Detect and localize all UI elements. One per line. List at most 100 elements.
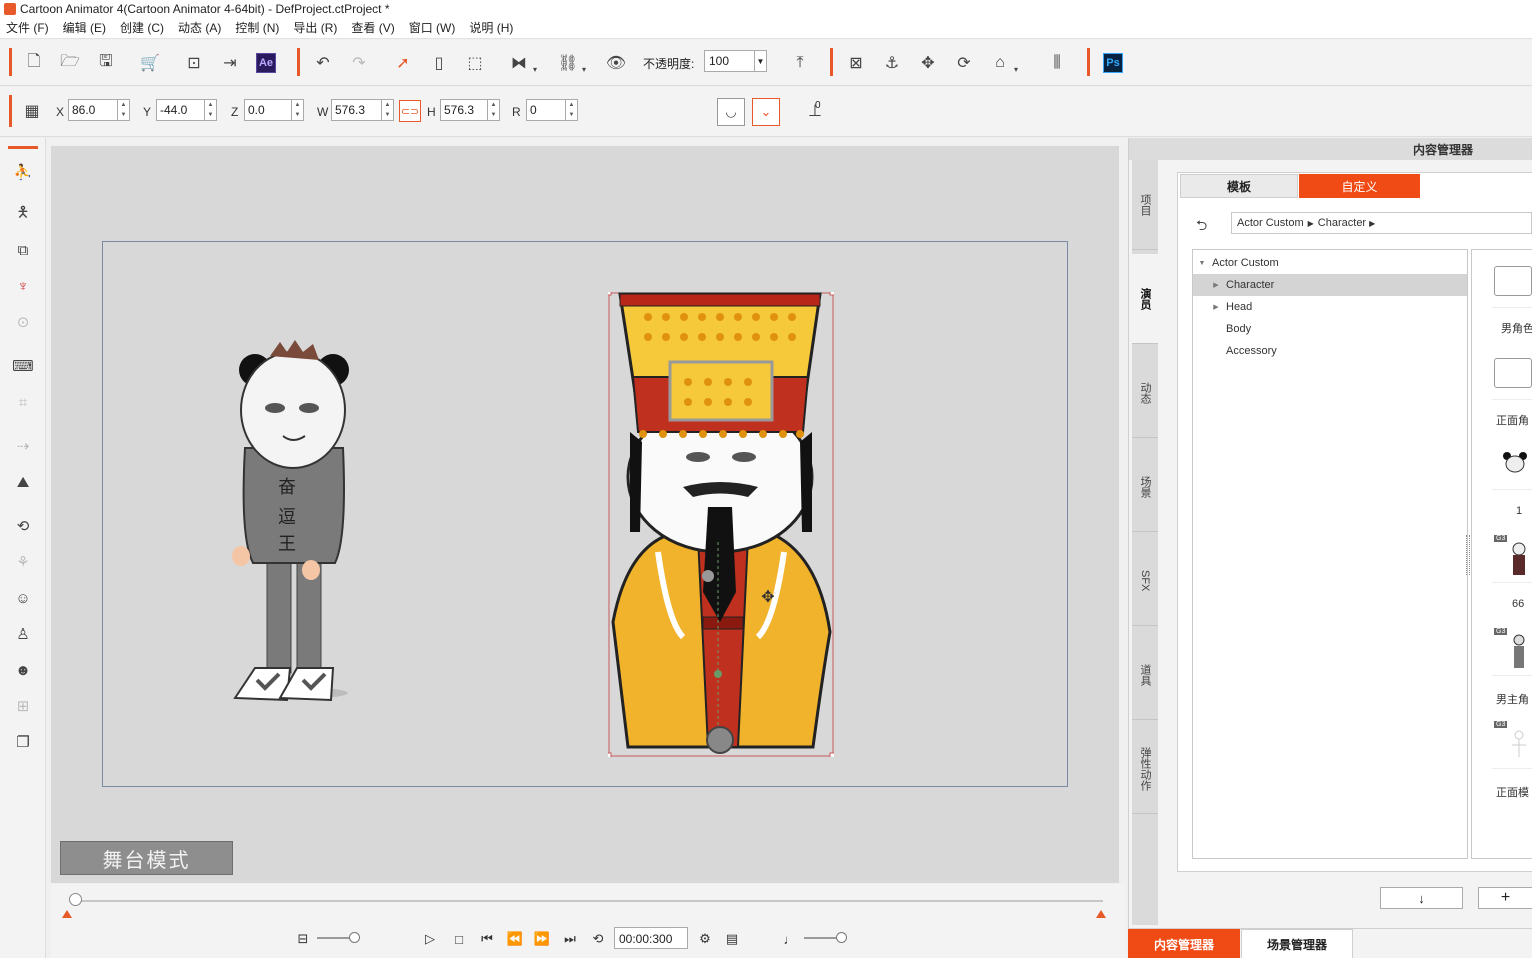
loop-icon[interactable]: ⟲ <box>588 929 608 949</box>
export-icon[interactable]: ⇥ <box>218 51 242 75</box>
spin-arrows[interactable]: ▲ ▼ <box>487 100 499 120</box>
tree-item-accessory[interactable]: Accessory <box>1193 340 1467 362</box>
w-field[interactable]: 576.3 ▲ ▼ <box>331 99 394 121</box>
menu-control[interactable]: 控制 (N) <box>235 19 279 36</box>
range-start-marker[interactable] <box>62 910 72 918</box>
prev-frame-icon[interactable]: ⏪ <box>505 929 525 949</box>
chevron-down-icon[interactable]: ▼ <box>754 51 766 71</box>
render-icon[interactable]: ⊡ <box>182 51 206 75</box>
range-end-marker[interactable] <box>1096 910 1106 918</box>
menu-create[interactable]: 创建 (C) <box>120 19 164 36</box>
breadcrumb-item[interactable]: Character <box>1318 217 1366 229</box>
back-arrow-icon[interactable]: ⮌ <box>1196 215 1207 239</box>
redo-icon[interactable]: ↷ <box>347 51 371 75</box>
timeline-panel-icon[interactable]: ▤ <box>722 929 742 949</box>
subtitle-slider-knob[interactable] <box>349 932 360 943</box>
menu-file[interactable]: 文件 (F) <box>6 19 49 36</box>
expand-icon[interactable]: ▼ <box>1196 260 1208 267</box>
page-icon[interactable]: ▯ <box>427 51 451 75</box>
morph-icon[interactable]: ⟲ <box>11 514 35 538</box>
move-icon[interactable]: ✥ <box>916 51 940 75</box>
thumb-male-lead[interactable]: G3 <box>1492 626 1532 676</box>
menu-view[interactable]: 查看 (V) <box>351 19 394 36</box>
tab-scene-manager[interactable]: 场景管理器 <box>1241 929 1353 958</box>
music-note-icon[interactable]: ♩ <box>780 929 800 949</box>
flip-icon[interactable]: ⧓ <box>507 51 537 75</box>
bone-edit-icon[interactable]: 🯅 <box>11 202 35 226</box>
subtitle-icon[interactable]: ⊟ <box>293 929 313 949</box>
spin-arrows[interactable]: ▲ ▼ <box>204 100 216 120</box>
open-folder-icon[interactable]: 🗁 <box>58 51 82 75</box>
menu-export[interactable]: 导出 (R) <box>293 19 337 36</box>
motion-3d-icon[interactable]: ⇢ <box>11 434 35 458</box>
volume-slider-knob[interactable] <box>836 932 847 943</box>
menu-help[interactable]: 说明 (H) <box>469 19 513 36</box>
lock-ratio-icon[interactable]: ⊂⊃ <box>399 100 421 122</box>
tree-item-actor-custom[interactable]: ▼ Actor Custom <box>1193 252 1467 274</box>
layers-icon[interactable]: ❐ <box>11 730 35 754</box>
menu-animation[interactable]: 动态 (A) <box>178 19 221 36</box>
tab-actor[interactable]: 演员 <box>1132 254 1158 344</box>
panel-splitter[interactable] <box>1466 535 1470 575</box>
settings-gear-icon[interactable]: ⚙ <box>695 929 715 949</box>
sprite-edit-icon[interactable]: ⧉ <box>11 238 35 262</box>
breadcrumb-item[interactable]: Actor Custom <box>1237 217 1304 229</box>
tree-item-character[interactable]: ▶ Character <box>1193 274 1467 296</box>
reset-icon[interactable]: ⤒ <box>788 51 812 75</box>
emperor-character[interactable]: ✥ <box>608 292 834 757</box>
thumb-front-model[interactable]: G3 <box>1492 719 1532 769</box>
tree-item-head[interactable]: ▶ Head <box>1193 296 1467 318</box>
tab-spring-motion[interactable]: 弹性动作 <box>1132 724 1158 814</box>
menu-window[interactable]: 窗口 (W) <box>409 19 456 36</box>
new-file-icon[interactable]: 🗋 <box>22 51 46 75</box>
spin-arrows[interactable]: ▲ ▼ <box>565 100 577 120</box>
timeline-playhead[interactable] <box>69 893 82 906</box>
camera-icon[interactable]: ⊠ <box>844 51 868 75</box>
add-button[interactable]: + <box>1478 887 1532 909</box>
timer-icon[interactable]: ⊙ <box>11 310 35 334</box>
tab-content-manager[interactable]: 内容管理器 <box>1128 929 1240 958</box>
spring-icon[interactable]: ⚘ <box>11 550 35 574</box>
opacity-dropdown[interactable]: 100 ▼ <box>704 50 767 72</box>
composer-icon[interactable]: ⊞ <box>11 694 35 718</box>
face-puppet-icon[interactable]: ⌗ <box>11 390 35 414</box>
undo-icon[interactable]: ↶ <box>311 51 335 75</box>
head-icon[interactable]: ☺ <box>11 586 35 610</box>
stage-mode-badge[interactable]: 舞台模式 <box>60 841 233 875</box>
keyboard-icon[interactable]: ⌨ <box>11 354 35 378</box>
menu-edit[interactable]: 编辑 (E) <box>63 19 106 36</box>
select-arrow-icon[interactable]: ➚ <box>391 51 415 75</box>
tree-item-body[interactable]: Body <box>1193 318 1467 340</box>
prop-icon[interactable]: ⛰ <box>11 470 35 494</box>
timecode-field[interactable]: 00:00:300 <box>614 927 688 949</box>
home-icon[interactable]: ⌂ <box>988 51 1018 75</box>
after-effects-icon[interactable]: Ae <box>256 53 276 73</box>
link-icon[interactable]: ⛓ <box>556 51 586 75</box>
thumb-folder[interactable] <box>1492 350 1532 400</box>
transform-icon[interactable]: ⬚ <box>463 51 487 75</box>
tab-sfx[interactable]: SFX <box>1132 536 1158 626</box>
photoshop-icon[interactable]: Ps <box>1103 53 1123 73</box>
puppet-icon[interactable]: ♙ <box>11 622 35 646</box>
face-key-icon[interactable]: ☻ <box>11 658 35 682</box>
eye-icon[interactable]: 👁 <box>604 51 628 75</box>
tab-animation[interactable]: 动态 <box>1132 348 1158 438</box>
y-field[interactable]: -44.0 ▲ ▼ <box>156 99 217 121</box>
tab-template[interactable]: 模板 <box>1180 174 1298 198</box>
align-icon[interactable]: ⫼ <box>1045 51 1069 75</box>
collapse-icon[interactable]: ▶ <box>1210 281 1222 289</box>
next-frame-icon[interactable]: ⏩ <box>532 929 552 949</box>
thumb-character-66[interactable]: G3 <box>1492 533 1532 583</box>
timeline-track[interactable] <box>71 900 1103 902</box>
collapse-icon[interactable]: ▶ <box>1210 303 1222 311</box>
play-icon[interactable]: ▷ <box>420 929 440 949</box>
panda-character[interactable]: 奋 逗 王 <box>225 338 360 708</box>
z-field[interactable]: 0.0 ▲ ▼ <box>244 99 304 121</box>
spin-arrows[interactable]: ▲ ▼ <box>381 100 393 120</box>
download-button[interactable]: ↓ <box>1380 887 1463 909</box>
audio-lipsync-icon[interactable]: ♆ <box>11 274 35 298</box>
save-icon[interactable]: 🖫 <box>94 51 118 75</box>
tab-props[interactable]: 道具 <box>1132 630 1158 720</box>
ease-out-icon[interactable]: ⌄ <box>752 98 780 126</box>
spin-arrows[interactable]: ▲ ▼ <box>291 100 303 120</box>
